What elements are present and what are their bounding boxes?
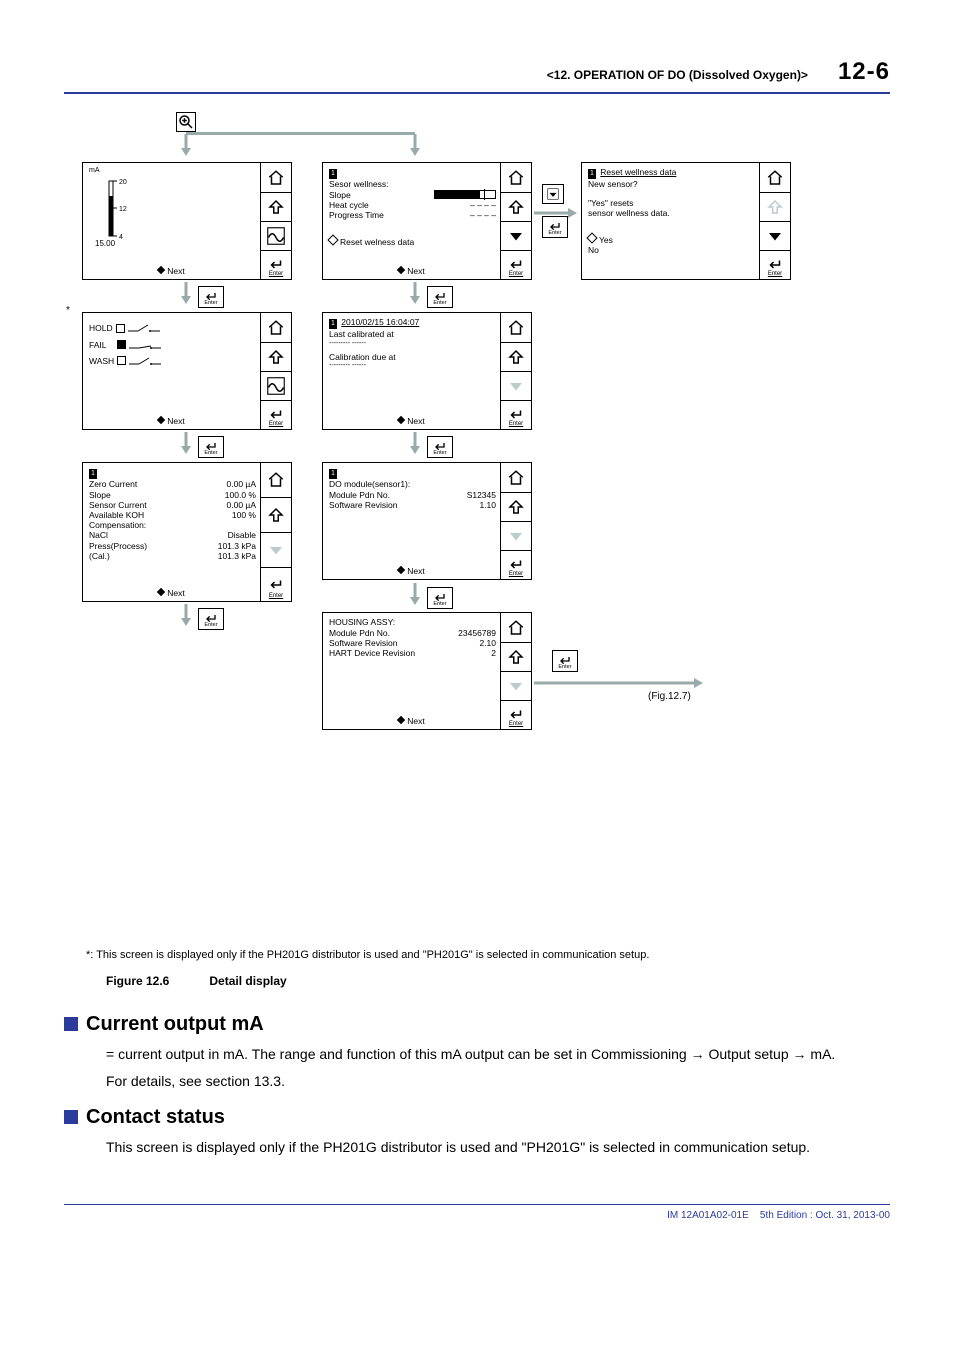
chapter-label: <12. OPERATION OF DO (Dissolved Oxygen)> (547, 67, 808, 83)
arrow-down-icon (408, 282, 422, 306)
panel-current-output: mA 20 12 4 15.00 Next Enter (82, 162, 292, 280)
panel-parameters: 1 Zero Current0.00 µA Slope100.0 % Senso… (82, 462, 292, 602)
enter-button[interactable]: Enter (261, 401, 291, 429)
page-footer: IM 12A01A02-01E 5th Edition : Oct. 31, 2… (64, 1204, 890, 1223)
section-header: Contact status (64, 1104, 890, 1131)
page-header: <12. OPERATION OF DO (Dissolved Oxygen)>… (64, 56, 890, 94)
up-button-disabled (760, 193, 790, 222)
panel-contact-status: HOLD FAIL WASH Next Enter (82, 312, 292, 430)
up-button[interactable] (261, 498, 291, 533)
enter-key-icon: Enter (427, 286, 453, 308)
section-bullet-icon (64, 1017, 78, 1031)
svg-text:20: 20 (119, 179, 127, 186)
sensor-tag: 1 (588, 169, 596, 179)
zoom-icon (176, 112, 196, 132)
down-button[interactable] (501, 222, 531, 251)
home-button[interactable] (501, 463, 531, 492)
paragraph: For details, see section 13.3. (106, 1071, 890, 1092)
sensor-tag: 1 (329, 469, 337, 479)
up-button[interactable] (501, 493, 531, 522)
footnote-text: *: This screen is displayed only if the … (86, 948, 890, 963)
label: WASH (89, 356, 114, 366)
panel-do-module: 1 DO module(sensor1): Module Pdn No.S123… (322, 462, 532, 580)
down-button[interactable] (760, 222, 790, 251)
panel-calibration: 1 2010/02/15 16:04:07 Last calibrated at… (322, 312, 532, 430)
up-button[interactable] (261, 343, 291, 372)
sensor-tag: 1 (329, 169, 337, 179)
enter-key-icon: Enter (198, 286, 224, 308)
enter-button[interactable]: Enter (501, 251, 531, 279)
arrow-down-icon (179, 432, 193, 456)
home-button[interactable] (501, 613, 531, 642)
up-button[interactable] (501, 193, 531, 222)
down-button-disabled (261, 533, 291, 568)
arrow-right-icon (534, 676, 704, 688)
trend-button[interactable] (261, 372, 291, 401)
sensor-tag: 1 (329, 319, 337, 329)
next-label: Next (83, 266, 260, 276)
arrow-down-icon (408, 583, 422, 607)
svg-text:4: 4 (119, 234, 123, 241)
enter-button[interactable]: Enter (261, 568, 291, 602)
panel-housing-assy: HOUSING ASSY: Module Pdn No.23456789 Sof… (322, 612, 532, 730)
relay-closed-icon (129, 340, 161, 350)
connector (186, 132, 415, 135)
section-bullet-icon (64, 1110, 78, 1124)
figure-reference: (Fig.12.7) (648, 690, 691, 704)
home-button[interactable] (261, 463, 291, 498)
enter-key-icon: Enter (427, 587, 453, 609)
paragraph: This screen is displayed only if the PH2… (106, 1137, 890, 1158)
panel-sensor-wellness: 1 Sesor wellness: Slope Heat cycle– – – … (322, 162, 532, 280)
gauge-bar (434, 190, 496, 199)
relay-open-icon (128, 323, 160, 333)
svg-text:12: 12 (119, 206, 127, 213)
panel-reset-wellness: 1 Reset wellness data New sensor? "Yes" … (581, 162, 791, 280)
enter-key-icon: Enter (427, 436, 453, 458)
arrow-down-icon (179, 282, 193, 306)
enter-button[interactable]: Enter (760, 251, 790, 279)
arrow-down-icon (408, 134, 422, 158)
label: HOLD (89, 323, 113, 333)
select-button-icon (542, 184, 564, 204)
arrow-down-icon (179, 604, 193, 628)
paragraph: = current output in mA. The range and fu… (106, 1044, 890, 1065)
enter-button[interactable]: Enter (501, 701, 531, 729)
figure-caption: Figure 12.6Detail display (106, 973, 890, 989)
home-button[interactable] (501, 163, 531, 192)
enter-key-icon: Enter (198, 608, 224, 630)
arrow-down-icon (408, 432, 422, 456)
footnote-marker: * (66, 304, 70, 318)
enter-key-icon: Enter (552, 650, 578, 672)
down-button-disabled (501, 522, 531, 551)
arrow-down-icon (179, 134, 193, 158)
home-button[interactable] (261, 163, 291, 192)
up-button[interactable] (501, 643, 531, 672)
enter-button[interactable]: Enter (501, 401, 531, 429)
enter-button[interactable]: Enter (501, 551, 531, 579)
home-button[interactable] (501, 313, 531, 342)
up-button[interactable] (501, 343, 531, 372)
label: FAIL (89, 340, 106, 350)
home-button[interactable] (261, 313, 291, 342)
down-button-disabled (501, 672, 531, 701)
unit-label: mA (89, 167, 256, 175)
relay-open-icon (129, 356, 161, 366)
section-header: Current output mA (64, 1011, 890, 1038)
trend-button[interactable] (261, 222, 291, 251)
page-number: 12-6 (838, 56, 890, 88)
home-button[interactable] (760, 163, 790, 192)
enter-key-icon: Enter (542, 216, 568, 238)
section-title: Current output mA (86, 1011, 264, 1038)
down-button-disabled (501, 372, 531, 401)
svg-text:15.00: 15.00 (95, 239, 116, 246)
up-button[interactable] (261, 193, 291, 222)
sensor-tag: 1 (89, 469, 97, 479)
enter-button[interactable]: Enter (261, 251, 291, 279)
flow-diagram: mA 20 12 4 15.00 Next Enter Ente (64, 112, 890, 942)
enter-key-icon: Enter (198, 436, 224, 458)
section-title: Contact status (86, 1104, 225, 1131)
